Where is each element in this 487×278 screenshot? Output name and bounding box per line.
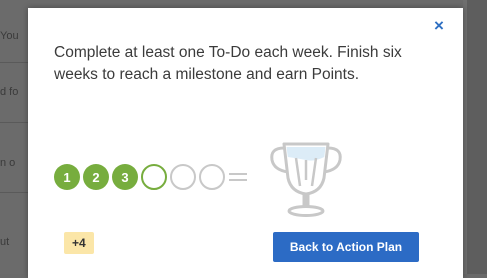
points-badge: +4 xyxy=(64,232,94,254)
milestone-message: Complete at least one To-Do each week. F… xyxy=(54,44,402,83)
background-text: n o xyxy=(0,157,16,169)
week-complete-circle: 2 xyxy=(83,164,109,190)
background-text: You xyxy=(0,30,19,42)
milestone-modal: × Complete at least one To-Do each week.… xyxy=(28,8,463,278)
background-panel xyxy=(467,0,487,274)
week-empty-circle xyxy=(199,164,225,190)
back-to-action-plan-button[interactable]: Back to Action Plan xyxy=(273,232,419,262)
week-empty-circle xyxy=(170,164,196,190)
weekly-progress-tracker: 1 2 3 xyxy=(54,164,247,190)
close-icon[interactable]: × xyxy=(431,17,447,34)
background-text: d fo xyxy=(0,86,19,98)
background-divider xyxy=(0,122,28,123)
background-divider xyxy=(0,62,28,63)
week-current-circle xyxy=(141,164,167,190)
week-complete-circle: 3 xyxy=(112,164,138,190)
equals-icon xyxy=(229,171,247,183)
background-divider xyxy=(0,192,28,193)
background-text: ut xyxy=(0,236,10,248)
trophy-icon xyxy=(270,142,342,217)
week-complete-circle: 1 xyxy=(54,164,80,190)
